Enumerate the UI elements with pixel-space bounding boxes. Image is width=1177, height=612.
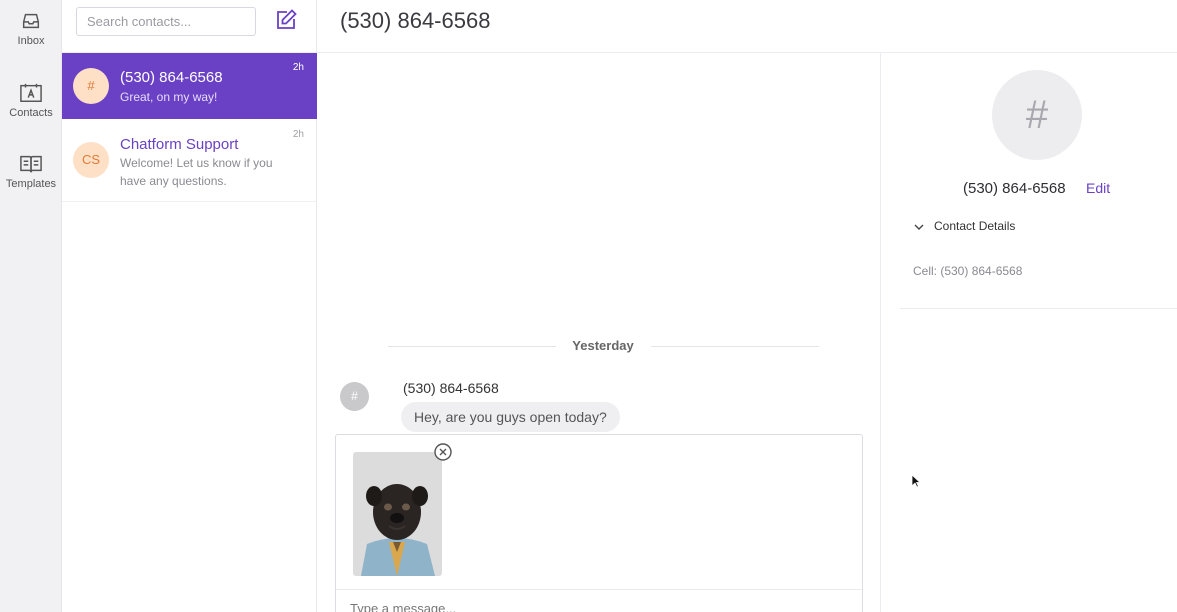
- message-input[interactable]: [350, 597, 850, 612]
- nav-item-contacts[interactable]: Contacts: [0, 82, 62, 119]
- day-separator-label: Yesterday: [572, 338, 634, 353]
- search-input[interactable]: [76, 7, 256, 36]
- conversation-snippet: Great, on my way!: [120, 90, 218, 104]
- panel-divider: [900, 308, 1177, 309]
- avatar: CS: [73, 142, 109, 178]
- contact-details-label: Contact Details: [934, 219, 1016, 233]
- message-sender: (530) 864-6568: [403, 380, 499, 396]
- nav-label-inbox: Inbox: [17, 35, 45, 47]
- day-separator-line: [388, 346, 556, 347]
- chevron-down-icon: [914, 224, 924, 230]
- templates-icon: [20, 155, 42, 173]
- message-composer: [335, 434, 863, 612]
- avatar: #: [73, 68, 109, 104]
- nav-item-templates[interactable]: Templates: [0, 153, 62, 190]
- contact-cell: Cell: (530) 864-6568: [913, 264, 1023, 278]
- message-bubble: Hey, are you guys open today?: [401, 402, 620, 432]
- conversation-list: # (530) 864-6568 Great, on my way! 2h CS…: [62, 0, 317, 612]
- conversation-name: Chatform Support: [120, 136, 239, 153]
- conversation-item[interactable]: CS Chatform Support Welcome! Let us know…: [62, 120, 317, 202]
- contact-details-toggle[interactable]: Contact Details: [913, 219, 1015, 233]
- page-title: (530) 864-6568: [340, 8, 491, 33]
- conversation-time: 2h: [292, 129, 304, 140]
- conversation-name: (530) 864-6568: [120, 69, 223, 86]
- compose-icon[interactable]: [274, 8, 298, 32]
- contacts-icon: [20, 83, 42, 102]
- conversation-item[interactable]: # (530) 864-6568 Great, on my way! 2h: [62, 53, 317, 119]
- nav-item-inbox[interactable]: Inbox: [0, 10, 62, 47]
- conversation-time: 2h: [292, 62, 304, 73]
- nav-label-contacts: Contacts: [9, 107, 53, 119]
- conversation-snippet: Welcome! Let us know if you have any que…: [120, 156, 273, 188]
- message-avatar: #: [340, 382, 369, 411]
- mouse-cursor-icon: [911, 474, 921, 488]
- chat-panel-divider: [880, 53, 881, 612]
- contact-avatar: #: [992, 70, 1082, 160]
- dog-photo: [353, 452, 442, 576]
- close-circle-icon[interactable]: [433, 442, 453, 462]
- composer-divider: [336, 589, 862, 590]
- edit-contact-link[interactable]: Edit: [1086, 180, 1110, 196]
- day-separator-line: [651, 346, 819, 347]
- nav-label-templates: Templates: [5, 178, 57, 190]
- header-divider: [317, 52, 1177, 53]
- attachment-thumbnail: [353, 452, 442, 576]
- inbox-icon: [22, 13, 40, 29]
- contact-name: (530) 864-6568: [963, 180, 1066, 197]
- nav-rail: Inbox Contacts Templates: [0, 0, 62, 612]
